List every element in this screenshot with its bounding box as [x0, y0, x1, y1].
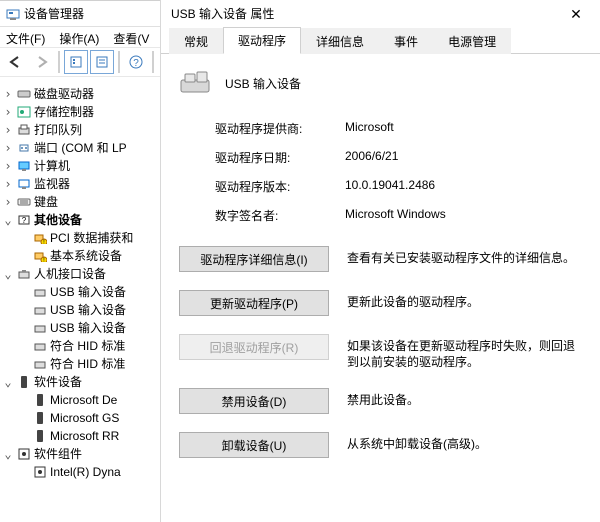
device-icon: [179, 70, 213, 96]
tree-node-ms-rr[interactable]: Microsoft RR: [0, 427, 160, 445]
tab-general[interactable]: 常规: [169, 28, 223, 54]
devmgr-icon: [6, 7, 20, 21]
tree-node-computer[interactable]: ›计算机: [0, 157, 160, 175]
label-provider: 驱动程序提供商:: [215, 120, 345, 137]
tree-node-ms-gs[interactable]: Microsoft GS: [0, 409, 160, 427]
driver-details-button[interactable]: 驱动程序详细信息(I): [179, 246, 329, 272]
tree-node-usb-input-2[interactable]: USB 输入设备: [0, 301, 160, 319]
rollback-driver-button: 回退驱动程序(R): [179, 334, 329, 360]
label-signer: 数字签名者:: [215, 207, 345, 224]
tree-node-ports[interactable]: ›端口 (COM 和 LP: [0, 139, 160, 157]
show-hidden-button[interactable]: [64, 50, 88, 74]
tree-node-softcomp[interactable]: ⌄软件组件: [0, 445, 160, 463]
tree-node-ms-de[interactable]: Microsoft De: [0, 391, 160, 409]
close-icon[interactable]: ✕: [556, 0, 596, 28]
properties-button[interactable]: [90, 50, 114, 74]
value-provider: Microsoft: [345, 120, 582, 137]
nav-back-button[interactable]: [4, 50, 28, 74]
disable-device-desc: 禁用此设备。: [347, 388, 582, 408]
uninstall-device-button[interactable]: 卸载设备(U): [179, 432, 329, 458]
tree-node-base-sys[interactable]: !基本系统设备: [0, 247, 160, 265]
tree-node-intel-dyna[interactable]: Intel(R) Dyna: [0, 463, 160, 481]
tree-node-usb-input-1[interactable]: USB 输入设备: [0, 283, 160, 301]
toolbar-separator-2: [118, 51, 120, 73]
svg-text:?: ?: [22, 216, 27, 225]
menu-action[interactable]: 操作(A): [59, 29, 99, 45]
menu-file[interactable]: 文件(F): [6, 29, 45, 45]
update-driver-desc: 更新此设备的驱动程序。: [347, 290, 582, 310]
toolbar-separator: [58, 51, 60, 73]
tree-node-disk[interactable]: ›磁盘驱动器: [0, 85, 160, 103]
tab-driver[interactable]: 驱动程序: [223, 27, 301, 54]
svg-text:?: ?: [133, 58, 139, 69]
tree-node-hid-comp-1[interactable]: 符合 HID 标准: [0, 337, 160, 355]
driver-details-desc: 查看有关已安装驱动程序文件的详细信息。: [347, 246, 582, 266]
tab-strip: 常规 驱动程序 详细信息 事件 电源管理: [161, 28, 600, 54]
value-version: 10.0.19041.2486: [345, 178, 582, 195]
value-date: 2006/6/21: [345, 149, 582, 166]
tree-node-printq[interactable]: ›打印队列: [0, 121, 160, 139]
tree-node-storage[interactable]: ›存储控制器: [0, 103, 160, 121]
tree-node-hid[interactable]: ⌄人机接口设备: [0, 265, 160, 283]
tree-node-pci-capture[interactable]: !PCI 数据捕获和: [0, 229, 160, 247]
devmgr-title: 设备管理器: [24, 1, 84, 27]
uninstall-device-desc: 从系统中卸载设备(高级)。: [347, 432, 582, 452]
tree-node-monitor[interactable]: ›监视器: [0, 175, 160, 193]
help-button[interactable]: ?: [124, 50, 148, 74]
tree-node-keyboard[interactable]: ›键盘: [0, 193, 160, 211]
tree-node-softdev[interactable]: ⌄软件设备: [0, 373, 160, 391]
value-signer: Microsoft Windows: [345, 207, 582, 224]
menu-view[interactable]: 查看(V: [113, 29, 149, 45]
tab-events[interactable]: 事件: [379, 28, 433, 54]
label-version: 驱动程序版本:: [215, 178, 345, 195]
device-tree[interactable]: ›磁盘驱动器 ›存储控制器 ›打印队列 ›端口 (COM 和 LP ›计算机 ›…: [0, 83, 160, 522]
tree-node-other[interactable]: ⌄?其他设备: [0, 211, 160, 229]
properties-dialog: USB 输入设备 属性 ✕ 常规 驱动程序 详细信息 事件 电源管理 USB 输…: [160, 0, 600, 522]
dialog-titlebar: USB 输入设备 属性 ✕: [161, 0, 600, 28]
disable-device-button[interactable]: 禁用设备(D): [179, 388, 329, 414]
nav-fwd-button[interactable]: [30, 50, 54, 74]
device-name: USB 输入设备: [225, 75, 301, 92]
update-driver-button[interactable]: 更新驱动程序(P): [179, 290, 329, 316]
toolbar-separator-3: [152, 51, 154, 73]
rollback-driver-desc: 如果该设备在更新驱动程序时失败，则回退到以前安装的驱动程序。: [347, 334, 582, 370]
label-date: 驱动程序日期:: [215, 149, 345, 166]
tree-node-hid-comp-2[interactable]: 符合 HID 标准: [0, 355, 160, 373]
dialog-title: USB 输入设备 属性: [171, 0, 274, 28]
tab-details[interactable]: 详细信息: [301, 28, 379, 54]
tab-power[interactable]: 电源管理: [433, 28, 511, 54]
tree-node-usb-input-3[interactable]: USB 输入设备: [0, 319, 160, 337]
